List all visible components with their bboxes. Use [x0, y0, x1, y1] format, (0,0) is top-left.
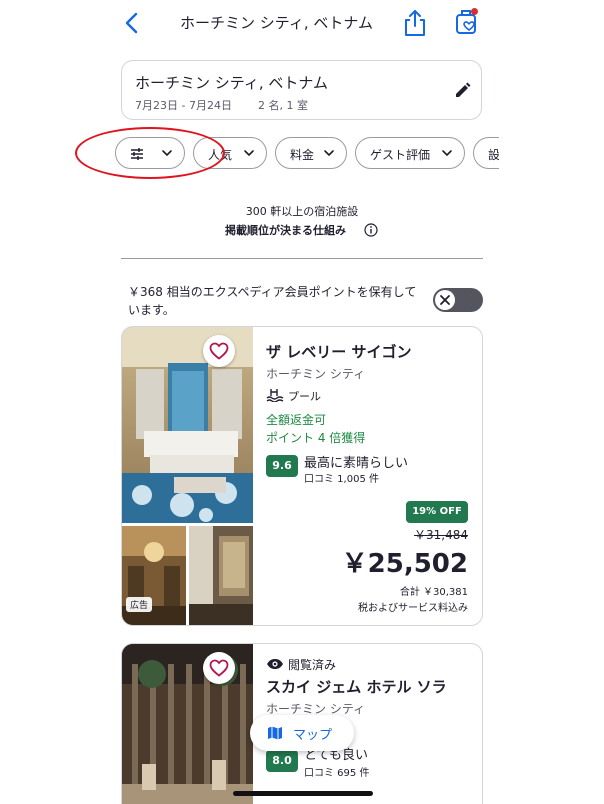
- chevron-down-icon: [244, 150, 254, 156]
- review-count: 口コミ 695 件: [304, 768, 370, 779]
- chip-label: 料金: [290, 148, 315, 162]
- heart-icon: [209, 342, 229, 360]
- ranking-info-link[interactable]: 掲載順位が決まる仕組み: [225, 222, 346, 238]
- points-toggle[interactable]: [433, 288, 483, 312]
- hotel-photos: [122, 644, 253, 804]
- total-price: 合計 ￥30,381: [399, 587, 468, 598]
- map-button-label: マップ: [293, 728, 333, 743]
- chip-label: 設: [488, 148, 499, 162]
- info-icon[interactable]: [364, 223, 378, 237]
- results-count: 300 軒以上の宿泊施設: [245, 205, 359, 218]
- filter-chip-amenities[interactable]: 設: [473, 137, 499, 169]
- home-indicator: [233, 791, 373, 796]
- toggle-knob: [435, 290, 455, 310]
- eye-icon: [267, 659, 283, 669]
- hotel-name: ザ レベリー サイゴン: [266, 343, 412, 361]
- favorite-button[interactable]: [203, 335, 235, 367]
- loyalty-points-text: ￥368 相当のエクスペディア会員ポイントを保有しています。: [128, 285, 417, 317]
- divider: [121, 258, 483, 259]
- tax-note: 税およびサービス料込み: [358, 603, 468, 614]
- hotel-photo-interior: [189, 526, 253, 625]
- heart-icon: [209, 659, 229, 677]
- close-icon: [440, 295, 450, 305]
- filter-chip-guest-rating[interactable]: ゲスト評価: [355, 137, 465, 169]
- favorite-button[interactable]: [203, 652, 235, 684]
- hotel-name: スカイ ジェム ホテル ソラ: [266, 678, 447, 696]
- search-dates: 7月23日 - 7月24日: [135, 99, 232, 112]
- original-price: ￥31,484: [414, 528, 468, 542]
- share-button[interactable]: [402, 8, 428, 38]
- review-count: 口コミ 1,005 件: [304, 474, 379, 485]
- chevron-down-icon: [324, 150, 334, 156]
- viewed-label: 閲覧済み: [288, 658, 337, 672]
- search-destination: ホーチミン シティ, ベトナム: [135, 74, 328, 92]
- chevron-down-icon: [442, 150, 452, 156]
- map-button[interactable]: マップ: [250, 715, 354, 751]
- price: ￥25,502: [341, 549, 468, 579]
- hotel-info: ザ レベリー サイゴン ホーチミン シティ プール 全額返金可 ポイント 4 倍…: [266, 327, 476, 625]
- edit-search-button[interactable]: [452, 81, 472, 101]
- amenity-label: プール: [288, 390, 321, 403]
- header: ホーチミン シティ, ベトナム: [0, 0, 604, 48]
- review-score-badge: 9.6: [266, 455, 298, 477]
- points-offer: ポイント 4 倍獲得: [266, 431, 366, 445]
- hotel-card[interactable]: 広告 ザ レベリー サイゴン ホーチミン シティ プール 全額返金可 ポイント …: [121, 326, 483, 626]
- chip-label: ゲスト評価: [370, 148, 431, 162]
- share-icon: [405, 10, 425, 36]
- map-icon: [268, 726, 282, 740]
- review-score-text: 最高に素晴らしい: [304, 456, 409, 471]
- annotation-circle: [75, 127, 225, 179]
- notification-dot: [471, 8, 478, 15]
- discount-badge: 19% OFF: [406, 501, 468, 523]
- pool-icon: [266, 389, 284, 402]
- page-title: ホーチミン シティ, ベトナム: [180, 14, 373, 32]
- ad-badge: 広告: [126, 597, 153, 612]
- search-guests: 2 名, 1 室: [258, 99, 308, 112]
- chevron-left-icon: [125, 12, 138, 34]
- back-button[interactable]: [118, 8, 148, 38]
- filter-chip-price[interactable]: 料金: [275, 137, 347, 169]
- search-summary-card[interactable]: ホーチミン シティ, ベトナム 7月23日 - 7月24日 2 名, 1 室: [121, 60, 482, 120]
- pencil-icon: [456, 82, 471, 97]
- hotel-photos: 広告: [122, 327, 253, 625]
- review-score-badge: 8.0: [266, 750, 298, 772]
- hotel-city: ホーチミン シティ: [266, 367, 366, 381]
- refund-policy: 全額返金可: [266, 413, 327, 427]
